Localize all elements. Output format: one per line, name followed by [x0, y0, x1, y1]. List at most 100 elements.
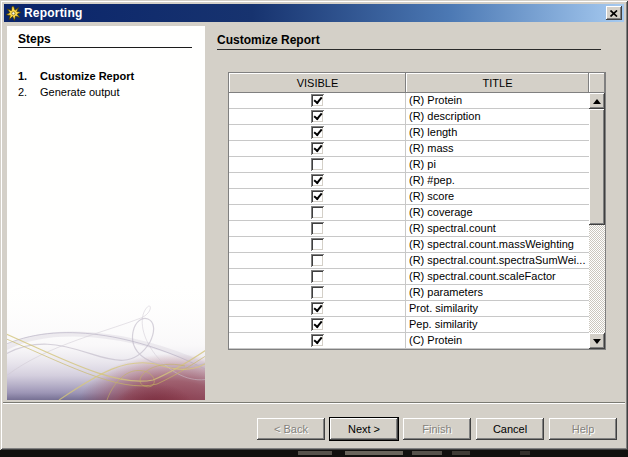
table-row: (R) coverage: [229, 205, 589, 221]
step-label: Customize Report: [40, 68, 134, 84]
visible-cell: [229, 189, 406, 204]
decorative-swirl-graphic: [7, 278, 205, 400]
down-arrow-icon: [593, 339, 601, 344]
step-number: 1.: [18, 68, 40, 84]
report-columns-table: VISIBLE TITLE (R) Protein (R) descriptio…: [228, 72, 606, 350]
title-cell[interactable]: (R) Protein: [406, 93, 589, 108]
visible-checkbox[interactable]: [311, 174, 324, 187]
table-row: (R) length: [229, 125, 589, 141]
app-icon: [6, 6, 21, 21]
window-title: Reporting: [24, 6, 82, 20]
visible-checkbox[interactable]: [311, 238, 324, 251]
visible-cell: [229, 269, 406, 284]
visible-checkbox[interactable]: [311, 206, 324, 219]
title-cell[interactable]: (R) coverage: [406, 205, 589, 220]
screen-edge-artifact: [412, 451, 442, 455]
button-next[interactable]: Next >: [330, 418, 398, 440]
title-bar[interactable]: Reporting: [4, 4, 624, 22]
visible-checkbox[interactable]: [311, 254, 324, 267]
visible-checkbox[interactable]: [311, 286, 324, 299]
table-header: VISIBLE TITLE: [229, 73, 605, 93]
steps-panel: Steps 1. Customize Report 2. Generate ou…: [7, 26, 205, 400]
screen-edge-artifact: [298, 451, 332, 455]
visible-checkbox[interactable]: [311, 142, 324, 155]
steps-divider: [18, 47, 192, 48]
page-title: Customize Report: [217, 33, 320, 47]
title-cell[interactable]: (R) spectral.count: [406, 221, 589, 236]
steps-header: Steps: [18, 32, 51, 46]
visible-cell: [229, 205, 406, 220]
table-row: (R) mass: [229, 141, 589, 157]
scrollbar-corner: [589, 73, 605, 93]
title-cell[interactable]: (R) score: [406, 189, 589, 204]
visible-checkbox[interactable]: [311, 334, 324, 347]
button-finish[interactable]: Finish: [403, 418, 471, 440]
visible-cell: [229, 317, 406, 332]
table-row: Prot. similarity: [229, 301, 589, 317]
scroll-down-button[interactable]: [589, 333, 605, 349]
scroll-up-button[interactable]: [589, 93, 605, 109]
visible-cell: [229, 301, 406, 316]
button-back[interactable]: < Back: [257, 418, 325, 440]
title-cell[interactable]: (R) length: [406, 125, 589, 140]
title-cell[interactable]: (R) spectral.count.scaleFactor: [406, 269, 589, 284]
visible-cell: [229, 125, 406, 140]
title-cell[interactable]: (R) parameters: [406, 285, 589, 300]
step-label: Generate output: [40, 84, 120, 100]
title-cell[interactable]: (R) pi: [406, 157, 589, 172]
visible-checkbox[interactable]: [311, 318, 324, 331]
title-cell[interactable]: (R) #pep.: [406, 173, 589, 188]
screen-edge: [0, 450, 628, 457]
table-row: (R) spectral.count.massWeighting: [229, 237, 589, 253]
title-cell[interactable]: (C) Protein: [406, 333, 589, 348]
wizard-buttons: < Back Next > Finish Cancel Help: [257, 418, 617, 440]
visible-checkbox[interactable]: [311, 126, 324, 139]
step-item[interactable]: 1. Customize Report: [7, 68, 205, 84]
up-arrow-icon: [593, 99, 601, 104]
visible-checkbox[interactable]: [311, 302, 324, 315]
visible-cell: [229, 253, 406, 268]
title-cell[interactable]: Prot. similarity: [406, 301, 589, 316]
visible-checkbox[interactable]: [311, 222, 324, 235]
table-row: Pep. similarity: [229, 317, 589, 333]
table-row: (R) #pep.: [229, 173, 589, 189]
button-help[interactable]: Help: [549, 418, 617, 440]
table-row: (R) pi: [229, 157, 589, 173]
table-row: (R) Protein: [229, 93, 589, 109]
step-number: 2.: [18, 84, 40, 100]
visible-cell: [229, 141, 406, 156]
visible-cell: [229, 109, 406, 124]
visible-cell: [229, 237, 406, 252]
column-header-title[interactable]: TITLE: [406, 73, 589, 93]
table-row: (C) Protein: [229, 333, 589, 349]
screen-edge-artifact: [520, 451, 530, 455]
title-cell[interactable]: (R) spectral.count.spectraSumWei...: [406, 253, 589, 268]
close-button[interactable]: [606, 6, 622, 20]
title-cell[interactable]: (R) mass: [406, 141, 589, 156]
table-row: (R) spectral.count: [229, 221, 589, 237]
visible-cell: [229, 157, 406, 172]
visible-checkbox[interactable]: [311, 94, 324, 107]
step-item[interactable]: 2. Generate output: [7, 84, 205, 100]
steps-list: 1. Customize Report 2. Generate output: [7, 68, 205, 100]
visible-cell: [229, 285, 406, 300]
visible-checkbox[interactable]: [311, 270, 324, 283]
visible-cell: [229, 333, 406, 348]
screen-edge-artifact: [345, 451, 403, 455]
title-cell[interactable]: Pep. similarity: [406, 317, 589, 332]
title-cell[interactable]: (R) spectral.count.massWeighting: [406, 237, 589, 252]
scrollbar-thumb[interactable]: [589, 109, 605, 225]
reporting-dialog: Reporting Steps 1. Customize Report 2. G…: [0, 0, 628, 450]
table-row: (R) spectral.count.scaleFactor: [229, 269, 589, 285]
button-cancel[interactable]: Cancel: [476, 418, 544, 440]
visible-cell: [229, 173, 406, 188]
vertical-scrollbar[interactable]: [589, 93, 605, 349]
title-cell[interactable]: (R) description: [406, 109, 589, 124]
visible-checkbox[interactable]: [311, 110, 324, 123]
button-area-divider: [3, 402, 625, 404]
column-header-visible[interactable]: VISIBLE: [229, 73, 406, 93]
visible-checkbox[interactable]: [311, 158, 324, 171]
visible-checkbox[interactable]: [311, 190, 324, 203]
table-row: (R) parameters: [229, 285, 589, 301]
table-row: (R) spectral.count.spectraSumWei...: [229, 253, 589, 269]
